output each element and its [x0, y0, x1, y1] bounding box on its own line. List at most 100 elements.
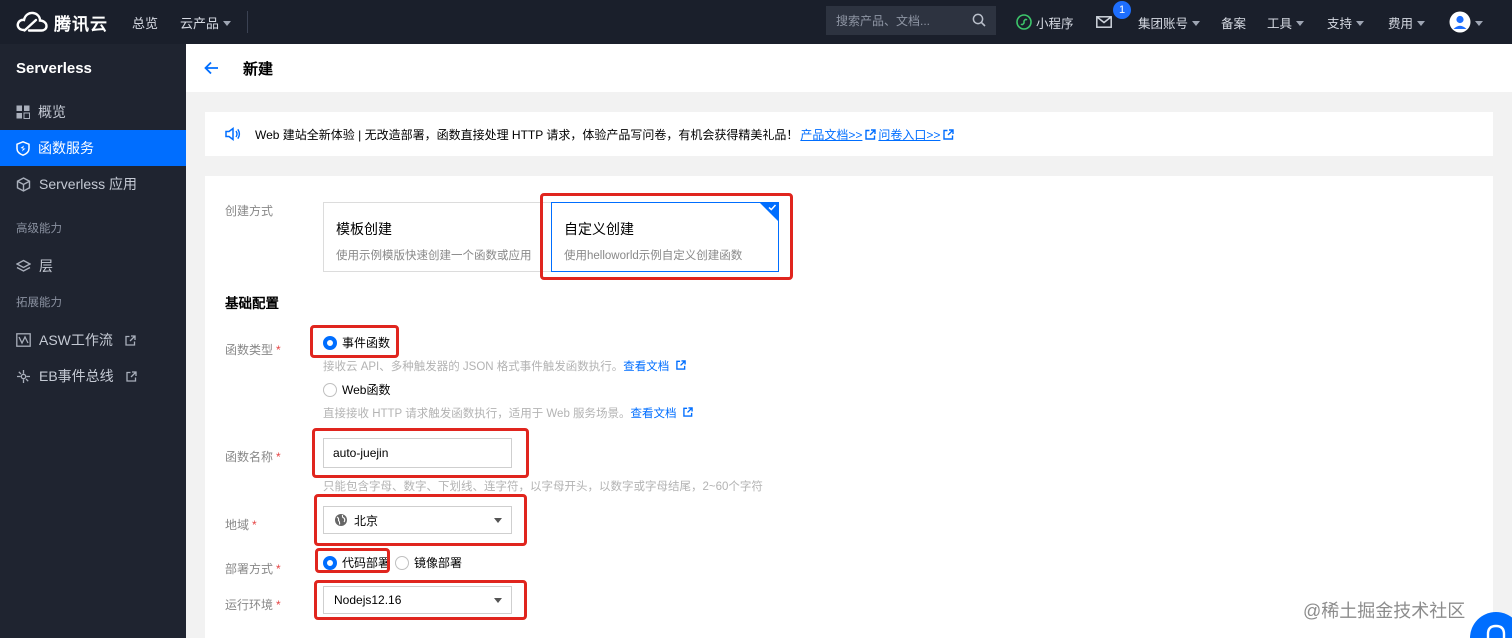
radio-event-function[interactable]: 事件函数 — [323, 334, 390, 351]
chevron-down-icon — [494, 518, 502, 523]
nav-overview-label: 总览 — [132, 15, 159, 31]
chevron-down-icon — [1475, 20, 1483, 26]
menu-tools-label: 工具 — [1267, 16, 1293, 31]
mini-program-link[interactable]: 小程序 — [1016, 0, 1074, 44]
mail-button[interactable] — [1096, 0, 1112, 44]
radio-circle — [323, 335, 337, 350]
globe-icon — [335, 514, 347, 526]
required-mark: * — [276, 562, 281, 576]
notice-text: Web 建站全新体验 | 无改造部署，函数直接处理 HTTP 请求，体验产品写问… — [255, 127, 799, 142]
menu-billing-label: 费用 — [1388, 16, 1414, 31]
back-button[interactable] — [204, 61, 219, 75]
cube-icon — [16, 176, 31, 192]
layers-icon — [16, 259, 31, 272]
region-label: 地域 * — [225, 516, 257, 533]
survey-link[interactable]: 问卷入口>> — [878, 126, 940, 143]
web-function-help-text: 直接接收 HTTP 请求触发函数执行，适用于 Web 服务场景。 — [323, 408, 631, 420]
chevron-down-icon — [223, 20, 232, 26]
grid-icon — [16, 105, 30, 119]
region-label-text: 地域 — [225, 518, 250, 532]
radio-code-deploy[interactable]: 代码部署 — [323, 554, 390, 571]
arrow-left-icon — [204, 61, 218, 75]
external-link-icon[interactable] — [675, 360, 686, 370]
sidebar-item-asw-workflow[interactable]: ASW工作流 — [0, 322, 186, 358]
menu-filing-label: 备案 — [1221, 16, 1247, 31]
watermark: @稀土掘金技术社区 — [1303, 601, 1466, 621]
custom-create-card[interactable]: 自定义创建 使用helloworld示例自定义创建函数 — [551, 202, 779, 272]
divider — [247, 11, 249, 33]
chevron-down-icon — [494, 598, 502, 603]
web-function-help: 直接接收 HTTP 请求触发函数执行，适用于 Web 服务场景。查看文档 — [323, 405, 693, 421]
radio-code-deploy-label: 代码部署 — [342, 556, 391, 570]
radio-image-deploy[interactable]: 镜像部署 — [395, 554, 462, 571]
shield-icon — [16, 140, 30, 156]
menu-billing[interactable]: 费用 — [1388, 0, 1426, 44]
chevron-down-icon — [1192, 20, 1201, 26]
radio-web-function[interactable]: Web函数 — [323, 381, 390, 398]
mini-program-label: 小程序 — [1036, 16, 1074, 31]
runtime-select[interactable]: Nodejs12.16 — [323, 586, 512, 614]
region-select[interactable]: 北京 — [323, 506, 512, 534]
runtime-label: 运行环境 * — [225, 596, 281, 613]
required-mark: * — [252, 518, 257, 532]
external-link-icon[interactable] — [682, 407, 693, 417]
speaker-icon — [225, 127, 241, 141]
check-icon — [768, 204, 777, 211]
sidebar-item-serverless-app[interactable]: Serverless 应用 — [0, 166, 186, 202]
func-name-input[interactable] — [323, 438, 512, 468]
workflow-icon — [16, 333, 31, 347]
external-link-icon[interactable] — [943, 128, 955, 140]
mail-icon — [1096, 16, 1112, 28]
sidebar-item-label: EB事件总线 — [39, 368, 114, 384]
template-create-card[interactable]: 模板创建 使用示例模版快速创建一个函数或应用 — [323, 202, 555, 272]
search-box[interactable] — [826, 6, 996, 35]
search-icon[interactable] — [972, 13, 986, 27]
nav-products[interactable]: 云产品 — [180, 13, 232, 32]
sidebar-section-extend: 拓展能力 — [16, 297, 62, 309]
sidebar-item-label: 概览 — [38, 104, 66, 120]
func-name-label: 函数名称 * — [225, 448, 281, 465]
required-mark: * — [276, 450, 281, 464]
web-docs-link[interactable]: 查看文档 — [631, 408, 677, 420]
product-docs-link[interactable]: 产品文档>> — [800, 126, 862, 143]
user-avatar[interactable] — [1449, 0, 1483, 44]
menu-filing[interactable]: 备案 — [1221, 0, 1246, 44]
func-type-label-text: 函数类型 — [225, 343, 274, 357]
runtime-label-text: 运行环境 — [225, 598, 274, 612]
external-link-icon — [125, 334, 136, 346]
required-mark: * — [276, 343, 281, 357]
required-mark: * — [276, 598, 281, 612]
runtime-select-value: Nodejs12.16 — [334, 593, 402, 607]
event-docs-link[interactable]: 查看文档 — [623, 361, 669, 373]
menu-group-account[interactable]: 集团账号 — [1138, 0, 1201, 44]
mail-badge: 1 — [1113, 1, 1131, 19]
sidebar-item-label: 函数服务 — [38, 140, 94, 156]
sidebar: Serverless 概览 函数服务 Serverless 应用 高级能力 层 … — [0, 44, 186, 638]
radio-image-deploy-label: 镜像部署 — [414, 556, 463, 570]
chevron-down-icon — [1356, 20, 1365, 26]
region-select-value: 北京 — [354, 513, 379, 528]
menu-tools[interactable]: 工具 — [1267, 0, 1305, 44]
chevron-down-icon — [1417, 20, 1426, 26]
radio-circle — [395, 555, 409, 570]
section-basic-config: 基础配置 — [225, 296, 279, 311]
radio-web-function-label: Web函数 — [342, 383, 391, 397]
event-function-help-text: 接收云 API、多种触发器的 JSON 格式事件触发函数执行。 — [323, 361, 624, 373]
sidebar-item-layers[interactable]: 层 — [0, 248, 186, 284]
menu-group-account-label: 集团账号 — [1138, 16, 1189, 31]
search-input[interactable] — [836, 13, 966, 28]
template-card-title: 模板创建 — [336, 221, 392, 237]
top-bar: 腾讯云 总览 云产品 小程序 1 集团账号 备案 工具 支持 费用 — [0, 0, 1512, 44]
page-header: 新建 — [186, 44, 1512, 92]
sidebar-item-eventbus[interactable]: EB事件总线 — [0, 358, 186, 394]
page-title: 新建 — [243, 60, 274, 78]
sidebar-item-overview[interactable]: 概览 — [0, 94, 186, 130]
radio-event-function-label: 事件函数 — [342, 336, 391, 350]
sidebar-item-functions[interactable]: 函数服务 — [0, 130, 186, 166]
nav-overview[interactable]: 总览 — [132, 13, 158, 32]
brand-logo[interactable]: 腾讯云 — [16, 10, 126, 35]
menu-support[interactable]: 支持 — [1327, 0, 1365, 44]
cloud-logo-icon — [16, 11, 48, 32]
external-link-icon[interactable] — [865, 128, 877, 140]
deploy-label-text: 部署方式 — [225, 562, 274, 576]
